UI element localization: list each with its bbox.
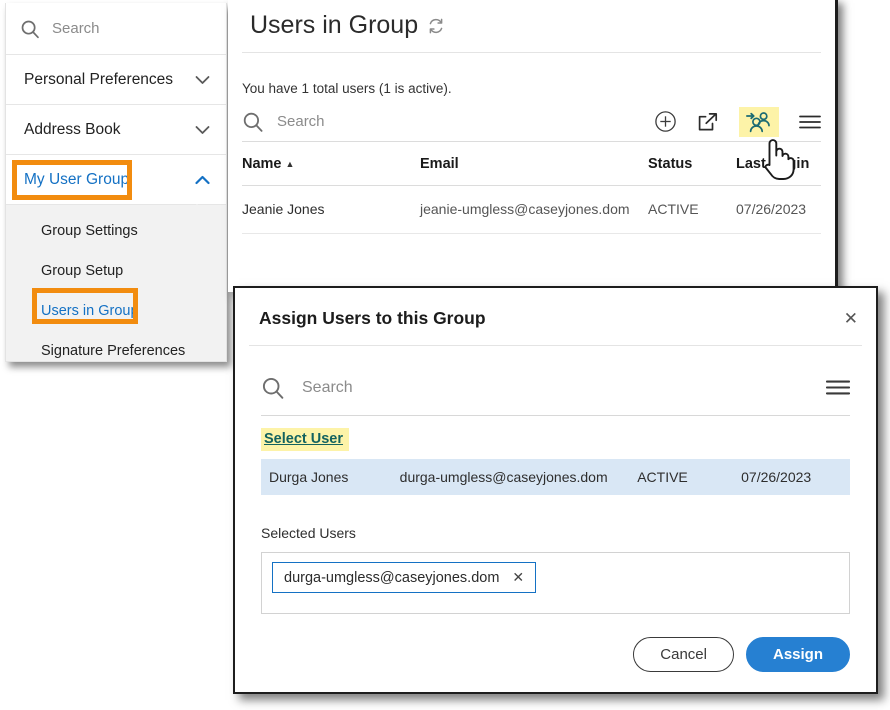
cell-email: durga-umgless@caseyjones.dom <box>399 469 608 485</box>
column-header-email[interactable]: Email <box>420 142 648 186</box>
close-icon[interactable]: ✕ <box>844 309 858 329</box>
sidebar-item-group-settings[interactable]: Group Settings <box>6 211 226 251</box>
cell-status: ACTIVE <box>648 185 736 234</box>
chevron-down-icon <box>195 125 210 135</box>
sidebar-item-personal-preferences[interactable]: Personal Preferences <box>6 55 226 105</box>
cell-status: ACTIVE <box>637 469 688 485</box>
column-label: Name <box>242 156 282 172</box>
main-search-placeholder: Search <box>277 113 325 130</box>
column-header-name[interactable]: Name ▲ <box>242 142 420 186</box>
select-user-link[interactable]: Select User <box>261 428 349 451</box>
main-toolbar-icons <box>654 106 821 137</box>
sidebar-subitem-label: Group Setup <box>41 263 124 279</box>
modal-result-row[interactable]: Durga Jones durga-umgless@caseyjones.dom… <box>261 459 850 495</box>
modal-search[interactable]: Search <box>261 376 353 400</box>
mouse-cursor-hand <box>757 135 795 181</box>
page-title: Users in Group <box>250 11 419 39</box>
sidebar-item-users-in-group[interactable]: Users in Group <box>6 291 226 331</box>
hamburger-menu-icon[interactable] <box>826 379 850 396</box>
main-toolbar: Search <box>242 102 821 142</box>
page-title-row: Users in Group <box>228 0 835 40</box>
sidebar-item-label: Address Book <box>24 120 121 138</box>
sidebar-item-label: Personal Preferences <box>24 70 174 88</box>
sidebar-search-placeholder: Search <box>52 20 100 37</box>
hamburger-menu-icon[interactable] <box>799 114 821 130</box>
assign-users-modal: Assign Users to this Group ✕ Search Sele… <box>233 286 878 694</box>
user-count-text: You have 1 total users (1 is active). <box>242 81 452 96</box>
share-export-icon[interactable] <box>697 111 719 133</box>
search-icon <box>20 19 40 39</box>
modal-search-row: Search <box>261 360 850 416</box>
assign-users-icon[interactable] <box>739 106 779 137</box>
sidebar-item-label: My User Group <box>24 170 130 188</box>
sidebar-submenu: Group Settings Group Setup Users in Grou… <box>6 205 226 361</box>
search-icon <box>242 111 264 133</box>
sidebar-subitem-label: Users in Group <box>41 303 139 319</box>
search-icon <box>261 376 285 400</box>
cell-name: Durga Jones <box>269 469 349 485</box>
selected-users-label: Selected Users <box>261 525 356 541</box>
add-circle-icon[interactable] <box>654 110 677 133</box>
select-user-row: Select User <box>261 428 850 451</box>
sort-asc-icon: ▲ <box>285 159 295 170</box>
sidebar-subitem-label: Signature Preferences <box>41 343 186 359</box>
modal-divider <box>249 345 862 346</box>
sidebar-panel: Search Personal Preferences Address Book… <box>5 3 227 362</box>
screenshot-root: Search Personal Preferences Address Book… <box>0 0 890 710</box>
table-header-row: Name ▲ Email Status Last Login <box>242 142 821 186</box>
cell-name: Jeanie Jones <box>242 185 420 234</box>
column-header-status[interactable]: Status <box>648 142 736 186</box>
submenu-notch <box>186 204 208 213</box>
cell-last-login: 07/26/2023 <box>741 469 812 485</box>
chevron-down-icon <box>195 75 210 85</box>
refresh-icon[interactable] <box>427 17 445 35</box>
modal-body: Search Select User Durga Jones durga-umg… <box>235 360 876 614</box>
close-icon[interactable]: ✕ <box>512 569 524 586</box>
table-row[interactable]: Jeanie Jones jeanie-umgless@caseyjones.d… <box>242 185 821 234</box>
users-table: Name ▲ Email Status Last Login Jeanie Jo… <box>242 142 821 234</box>
sidebar-item-group-setup[interactable]: Group Setup <box>6 251 226 291</box>
sidebar-search[interactable]: Search <box>6 3 226 55</box>
modal-footer: Cancel Assign <box>633 637 850 672</box>
main-search[interactable]: Search <box>242 111 325 133</box>
selected-users-box[interactable]: durga-umgless@caseyjones.dom ✕ <box>261 552 850 614</box>
chevron-up-icon <box>195 175 210 185</box>
sidebar-item-address-book[interactable]: Address Book <box>6 105 226 155</box>
sidebar-item-signature-preferences[interactable]: Signature Preferences <box>6 331 226 361</box>
sidebar-item-my-user-group[interactable]: My User Group <box>6 155 226 205</box>
cell-email: jeanie-umgless@caseyjones.dom <box>420 185 648 234</box>
selected-user-chip[interactable]: durga-umgless@caseyjones.dom ✕ <box>272 562 537 593</box>
modal-search-placeholder: Search <box>302 378 353 396</box>
main-window: Users in Group You have 1 total users (1… <box>228 0 838 292</box>
chip-label: durga-umgless@caseyjones.dom <box>284 569 500 586</box>
sidebar-subitem-label: Group Settings <box>41 223 138 239</box>
modal-title: Assign Users to this Group <box>259 308 486 328</box>
cell-last-login: 07/26/2023 <box>736 185 821 234</box>
assign-button[interactable]: Assign <box>745 637 850 672</box>
cancel-button[interactable]: Cancel <box>633 637 734 672</box>
modal-header: Assign Users to this Group ✕ <box>235 288 876 329</box>
